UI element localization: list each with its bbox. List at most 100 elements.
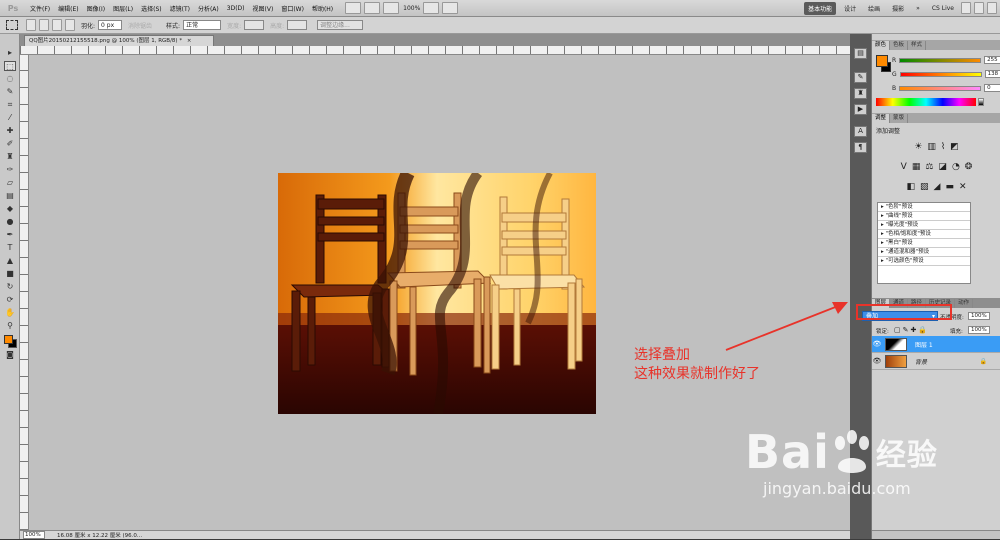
shape-tool-icon[interactable]: ■ xyxy=(4,269,16,279)
preset-curves[interactable]: ▸ "曲线"预设 xyxy=(878,212,970,221)
mini-bridge-button[interactable] xyxy=(364,2,381,14)
exposure-icon[interactable]: ◩ xyxy=(950,142,959,152)
preset-hue-saturation[interactable]: ▸ "色相/饱和度"预设 xyxy=(878,230,970,239)
document-tab-close-icon[interactable]: × xyxy=(187,38,192,44)
move-tool-icon[interactable]: ▸ xyxy=(4,48,16,58)
path-select-tool-icon[interactable]: ▲ xyxy=(4,256,16,266)
eraser-tool-icon[interactable]: ▱ xyxy=(4,178,16,188)
levels-icon[interactable]: ▥ xyxy=(927,142,936,152)
eyedropper-tool-icon[interactable]: ⁄ xyxy=(4,113,16,123)
tab-actions[interactable]: 动作 xyxy=(955,299,974,308)
gradient-map-icon[interactable]: ▬ xyxy=(945,182,954,192)
restore-icon[interactable] xyxy=(974,2,984,14)
menu-image[interactable]: 图像(I) xyxy=(83,4,109,13)
threshold-icon[interactable]: ◢ xyxy=(934,182,941,192)
intersect-selection-icon[interactable] xyxy=(65,19,75,31)
menu-analysis[interactable]: 分析(A) xyxy=(194,4,223,13)
preset-black-white[interactable]: ▸ "黑白"预设 xyxy=(878,239,970,248)
brightness-contrast-icon[interactable]: ☀ xyxy=(914,142,922,152)
brush-panel-icon[interactable]: ✎ xyxy=(854,72,867,83)
menu-help[interactable]: 帮助(H) xyxy=(308,4,337,13)
quick-select-tool-icon[interactable]: ✎ xyxy=(4,87,16,97)
workspace-design[interactable]: 设计 xyxy=(840,2,860,15)
black-white-icon[interactable]: ◪ xyxy=(938,162,947,172)
hand-tool-icon[interactable]: ✋ xyxy=(4,308,16,318)
blue-value-input[interactable]: 0 xyxy=(984,84,1000,92)
workspace-essentials[interactable]: 基本功能 xyxy=(804,1,837,15)
menu-filter[interactable]: 滤镜(T) xyxy=(166,4,194,13)
style-select[interactable]: 正常 xyxy=(183,20,222,30)
healing-brush-tool-icon[interactable]: ✚ xyxy=(4,126,16,136)
color-spectrum-ramp[interactable] xyxy=(876,98,976,106)
blur-tool-icon[interactable]: ◆ xyxy=(4,204,16,214)
blue-slider[interactable] xyxy=(899,85,982,91)
layer-row-background[interactable]: 👁 背景 🔒 xyxy=(872,353,1000,370)
zoom-tool-icon[interactable]: ⚲ xyxy=(4,321,16,331)
document-image[interactable] xyxy=(278,173,596,414)
paragraph-panel-icon[interactable]: ¶ xyxy=(854,142,867,153)
crop-tool-icon[interactable]: ⌗ xyxy=(4,100,16,110)
hue-saturation-icon[interactable]: ▦ xyxy=(912,162,921,172)
lock-icons[interactable]: ▢✎✚🔒 xyxy=(894,326,929,334)
fill-input[interactable]: 100% xyxy=(968,326,990,334)
status-zoom-field[interactable]: 100% xyxy=(23,531,45,539)
3d-orbit-tool-icon[interactable]: ⟳ xyxy=(4,295,16,305)
new-selection-icon[interactable] xyxy=(26,19,36,31)
type-tool-icon[interactable]: T xyxy=(4,243,16,253)
menu-layer[interactable]: 图层(L) xyxy=(109,4,137,13)
layer-row-layer1[interactable]: 👁 图层 1 xyxy=(872,336,1000,353)
color-balance-icon[interactable]: ⚖ xyxy=(925,162,933,172)
history-brush-tool-icon[interactable]: ✑ xyxy=(4,165,16,175)
document-info[interactable]: 16.08 厘米 x 12.22 厘米 (96.0... xyxy=(57,531,142,539)
dodge-tool-icon[interactable]: ● xyxy=(4,217,16,227)
subtract-selection-icon[interactable] xyxy=(52,19,62,31)
close-icon[interactable] xyxy=(987,2,997,14)
bw-ramp[interactable] xyxy=(978,98,984,106)
green-slider[interactable] xyxy=(899,71,982,77)
workspace-painting[interactable]: 绘画 xyxy=(864,2,884,15)
view-extras-button[interactable] xyxy=(383,2,400,14)
tab-color[interactable]: 颜色 xyxy=(872,41,891,50)
character-panel-icon[interactable]: A xyxy=(854,126,867,137)
vibrance-icon[interactable]: V xyxy=(901,162,907,172)
workspace-more-icon[interactable]: » xyxy=(912,3,924,14)
bridge-button[interactable] xyxy=(345,2,362,14)
green-value-input[interactable]: 138 xyxy=(984,70,1000,78)
preset-levels[interactable]: ▸ "色阶"预设 xyxy=(878,203,970,212)
menu-view[interactable]: 视图(V) xyxy=(249,4,278,13)
menu-file[interactable]: 文件(F) xyxy=(26,4,54,13)
clone-source-panel-icon[interactable]: ♜ xyxy=(854,88,867,99)
preset-selective-color[interactable]: ▸ "可选颜色"预设 xyxy=(878,257,970,266)
tab-styles[interactable]: 样式 xyxy=(908,41,927,50)
posterize-icon[interactable]: ▨ xyxy=(920,182,929,192)
layer-visibility-eye-icon[interactable]: 👁 xyxy=(872,340,882,348)
opacity-input[interactable]: 100% xyxy=(968,312,990,320)
history-panel-icon[interactable]: ▤ xyxy=(854,48,867,59)
arrange-documents-button[interactable] xyxy=(423,2,440,14)
photo-filter-icon[interactable]: ◔ xyxy=(952,162,960,172)
menu-window[interactable]: 窗口(W) xyxy=(277,4,308,13)
invert-icon[interactable]: ◧ xyxy=(906,182,915,192)
menu-3d[interactable]: 3D(D) xyxy=(223,5,249,12)
tab-swatches[interactable]: 色板 xyxy=(890,41,909,50)
layer-name[interactable]: 背景 xyxy=(915,357,927,366)
brush-tool-icon[interactable]: ✐ xyxy=(4,139,16,149)
screen-mode-button[interactable] xyxy=(442,2,459,14)
red-slider[interactable] xyxy=(899,57,982,63)
zoom-level-menu[interactable]: 100% xyxy=(403,5,420,12)
foreground-color-swatch[interactable] xyxy=(4,335,13,344)
selective-color-icon[interactable]: ✕ xyxy=(959,182,967,192)
tab-masks[interactable]: 蒙版 xyxy=(890,114,909,123)
color-panel-foreground[interactable] xyxy=(876,55,888,67)
pen-tool-icon[interactable]: ✒ xyxy=(4,230,16,240)
preset-exposure[interactable]: ▸ "曝光度"预设 xyxy=(878,221,970,230)
document-tab[interactable]: QQ图片20150212155518.png @ 100% (图层 1, RGB… xyxy=(24,35,214,46)
clone-stamp-tool-icon[interactable]: ♜ xyxy=(4,152,16,162)
layer-name[interactable]: 图层 1 xyxy=(915,340,933,349)
minimize-icon[interactable] xyxy=(961,2,971,14)
marquee-tool-icon[interactable]: ⬚ xyxy=(4,61,16,71)
tab-adjustments[interactable]: 调整 xyxy=(872,114,891,123)
height-input[interactable] xyxy=(287,20,308,30)
menu-select[interactable]: 选择(S) xyxy=(137,4,166,13)
channel-mixer-icon[interactable]: ❂ xyxy=(965,162,973,172)
